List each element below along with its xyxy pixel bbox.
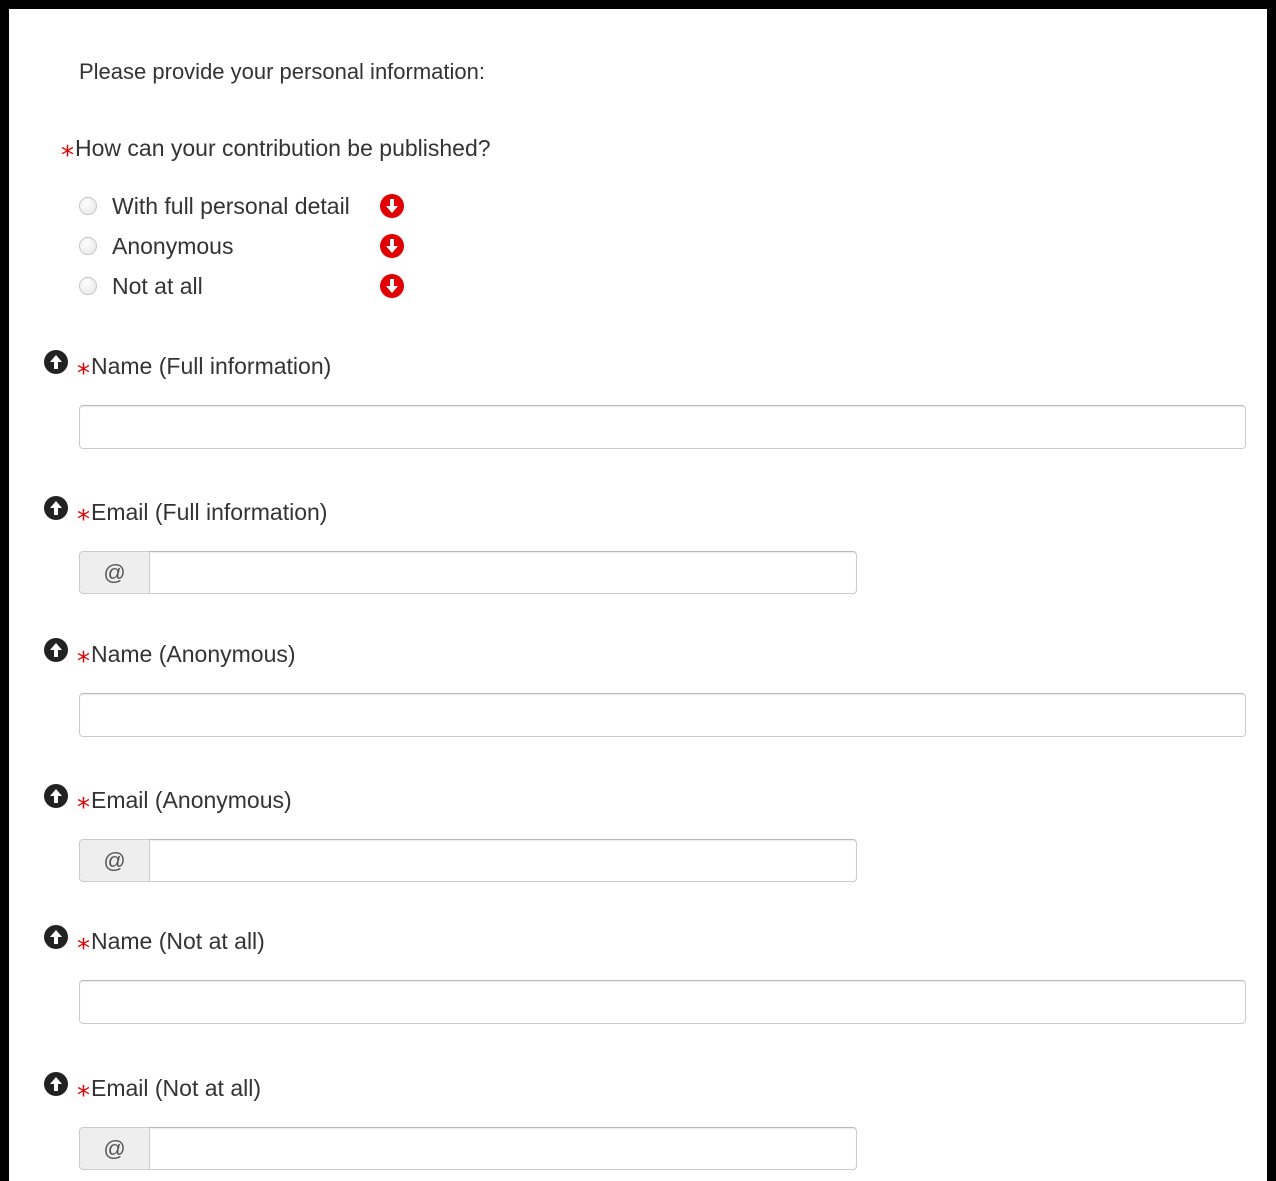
arrow-down-circle-icon[interactable]: [380, 234, 404, 258]
arrow-up-circle-icon[interactable]: [44, 1072, 68, 1096]
publish-question: *How can your contribution be published?: [61, 135, 491, 169]
label-text: Name (Anonymous): [91, 640, 296, 667]
radio-label-anonymous: Anonymous: [112, 232, 234, 259]
arrow-down-circle-icon[interactable]: [380, 194, 404, 218]
field-label-name-full: * Name (Full information): [44, 350, 332, 387]
label-text: Email (Full information): [91, 498, 328, 525]
label-text: Email (Not at all): [91, 1074, 261, 1101]
survey-frame: Please provide your personal information…: [0, 0, 1276, 1181]
field-label-email-full: * Email (Full information): [44, 496, 328, 533]
arrow-up-circle-icon[interactable]: [44, 784, 68, 808]
name-full-input[interactable]: [79, 405, 1246, 449]
label-text: Name (Full information): [91, 352, 332, 379]
radio-button-not-at-all[interactable]: [79, 277, 97, 295]
email-anonymous-input[interactable]: [149, 839, 857, 882]
email-not-at-all-group: @: [79, 1127, 857, 1170]
field-label-name-not-at-all: * Name (Not at all): [44, 925, 265, 962]
radio-option-not-at-all[interactable]: Not at all: [79, 271, 419, 301]
at-sign-addon: @: [79, 551, 149, 594]
at-sign-addon: @: [79, 1127, 149, 1170]
field-label-name-anonymous: * Name (Anonymous): [44, 638, 296, 675]
label-text: Email (Anonymous): [91, 786, 292, 813]
email-full-group: @: [79, 551, 857, 594]
question-label: How can your contribution be published?: [75, 135, 491, 161]
at-sign-addon: @: [79, 839, 149, 882]
radio-button-full[interactable]: [79, 197, 97, 215]
email-full-input[interactable]: [149, 551, 857, 594]
arrow-up-circle-icon[interactable]: [44, 350, 68, 374]
arrow-down-circle-icon[interactable]: [380, 274, 404, 298]
radio-label-full: With full personal detail: [112, 192, 350, 219]
field-label-email-anonymous: * Email (Anonymous): [44, 784, 292, 821]
arrow-up-circle-icon[interactable]: [44, 638, 68, 662]
arrow-up-circle-icon[interactable]: [44, 496, 68, 520]
name-anonymous-input[interactable]: [79, 693, 1246, 737]
label-text: Name (Not at all): [91, 927, 265, 954]
name-not-at-all-input[interactable]: [79, 980, 1246, 1024]
email-anonymous-group: @: [79, 839, 857, 882]
required-asterisk: *: [61, 141, 74, 171]
arrow-up-circle-icon[interactable]: [44, 925, 68, 949]
radio-option-anonymous[interactable]: Anonymous: [79, 231, 419, 261]
radio-button-anonymous[interactable]: [79, 237, 97, 255]
email-not-at-all-input[interactable]: [149, 1127, 857, 1170]
radio-option-full[interactable]: With full personal detail: [79, 191, 419, 221]
intro-text: Please provide your personal information…: [79, 59, 486, 84]
radio-label-not-at-all: Not at all: [112, 272, 203, 299]
field-label-email-not-at-all: * Email (Not at all): [44, 1072, 261, 1109]
